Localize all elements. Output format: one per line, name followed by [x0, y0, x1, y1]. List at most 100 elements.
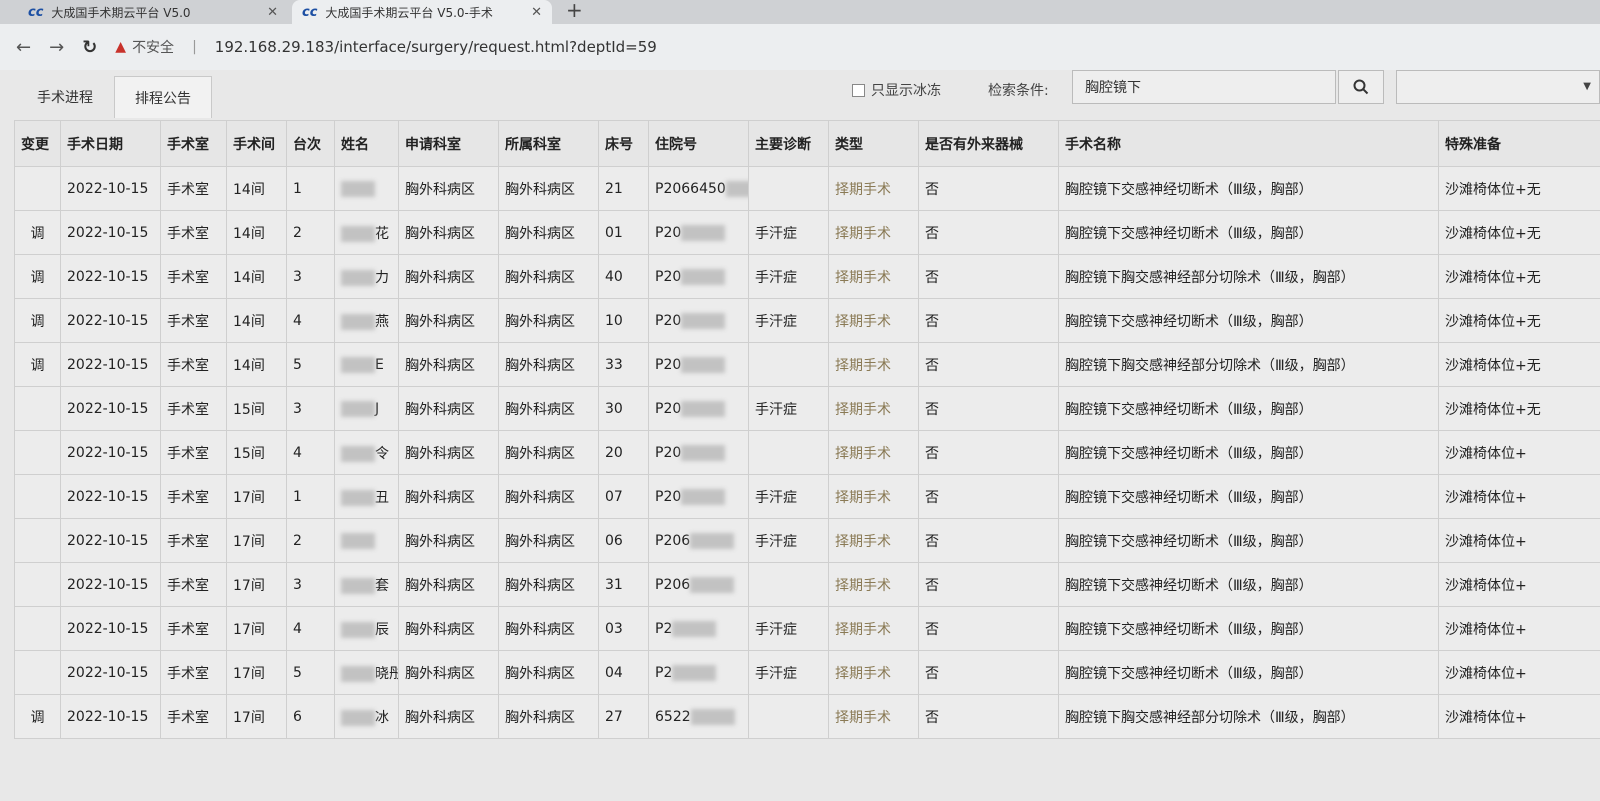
search-input[interactable] — [1072, 70, 1336, 104]
column-header[interactable]: 手术室 — [160, 120, 227, 167]
cell-external-device: 否 — [918, 474, 1059, 519]
cell-bed: 21 — [598, 166, 649, 211]
column-header[interactable]: 申请科室 — [398, 120, 499, 167]
app-logo-icon: ᴄᴄ — [302, 4, 318, 20]
table-row[interactable]: 2022-10-15 手术室 17间 1 丑胸外科病区 胸外科病区 07 P20 手汗症 择期手术… — [14, 474, 1600, 519]
table-row[interactable]: 2022-10-15 手术室 14间 1 胸外科病区 胸外科病区 21 P2066450 择期手… — [14, 166, 1600, 211]
cell-text: 晓彤 — [375, 665, 398, 682]
cell-external-device: 否 — [918, 606, 1059, 651]
column-header[interactable]: 所属科室 — [498, 120, 599, 167]
cell-apply-dept: 胸外科病区 — [398, 474, 499, 519]
cell-bed: 20 — [598, 430, 649, 475]
security-indicator[interactable]: ▲ 不安全 — [115, 37, 174, 57]
redacted-block — [341, 225, 375, 242]
table-row[interactable]: 调 2022-10-15 手术室 14间 3 力胸外科病区 胸外科病区 40 P20 手汗症 择期手… — [14, 254, 1600, 299]
filter-select[interactable]: ▼ — [1396, 70, 1600, 104]
cell-seq: 3 — [286, 386, 335, 431]
column-header[interactable]: 变更 — [14, 120, 61, 167]
cell-seq: 4 — [286, 606, 335, 651]
frozen-only-filter[interactable]: 只显示冰冻 — [852, 80, 941, 100]
cell-text: P2066450 — [655, 180, 726, 197]
column-header[interactable]: 类型 — [828, 120, 919, 167]
table-row[interactable]: 2022-10-15 手术室 17间 3 套胸外科病区 胸外科病区 31 P206 择期手术否胸… — [14, 562, 1600, 607]
cell-date: 2022-10-15 — [60, 650, 161, 695]
cell-seq: 5 — [286, 342, 335, 387]
cell-apply-dept: 胸外科病区 — [398, 562, 499, 607]
cell-seq: 3 — [286, 254, 335, 299]
cell-text: P20 — [655, 400, 682, 417]
cell-external-device: 否 — [918, 650, 1059, 695]
cell-owner-dept: 胸外科病区 — [498, 298, 599, 343]
cell-surgery-name: 胸腔镜下交感神经切断术（Ⅲ级，胸部） — [1058, 430, 1439, 475]
back-icon[interactable]: ← — [16, 37, 31, 58]
cell-bed: 31 — [598, 562, 649, 607]
table-row[interactable]: 2022-10-15 手术室 17间 4 辰胸外科病区 胸外科病区 03 P2 手汗症 择期手术否… — [14, 606, 1600, 651]
cell-apply-dept: 胸外科病区 — [398, 650, 499, 695]
tab-title: 大成国手术期云平台 V5.0-手术 — [325, 5, 493, 20]
cell-seq: 4 — [286, 430, 335, 475]
column-header[interactable]: 是否有外来器械 — [918, 120, 1059, 167]
cell-text: P20 — [655, 444, 682, 461]
column-header[interactable]: 特殊准备 — [1438, 120, 1600, 167]
cell-room: 手术室 — [160, 474, 227, 519]
cell-room: 手术室 — [160, 166, 227, 211]
cell-admission-no: P20 — [648, 474, 749, 519]
cell-diagnosis — [748, 430, 829, 475]
cell-room: 手术室 — [160, 386, 227, 431]
table-row[interactable]: 调 2022-10-15 手术室 14间 5 E 胸外科病区 胸外科病区 33 P20 择期手术否胸… — [14, 342, 1600, 387]
table-row[interactable]: 调 2022-10-15 手术室 14间 4 燕胸外科病区 胸外科病区 10 P20 手汗症 择期手… — [14, 298, 1600, 343]
browser-tab-1[interactable]: ᴄᴄ 大成国手术期云平台 V5.0 ✕ — [18, 0, 288, 24]
redacted-block — [681, 224, 726, 241]
cell-owner-dept: 胸外科病区 — [498, 474, 599, 519]
cell-special-prep: 沙滩椅体位+ — [1438, 650, 1600, 695]
column-header[interactable]: 住院号 — [648, 120, 749, 167]
url-field[interactable]: 192.168.29.183/interface/surgery/request… — [215, 38, 657, 56]
table-row[interactable]: 2022-10-15 手术室 17间 2 胸外科病区 胸外科病区 06 P206 手汗症 择期手术… — [14, 518, 1600, 563]
column-header[interactable]: 手术名称 — [1058, 120, 1439, 167]
cell-owner-dept: 胸外科病区 — [498, 606, 599, 651]
tab-surgery-progress[interactable]: 手术进程 — [16, 76, 114, 118]
column-header[interactable]: 手术日期 — [60, 120, 161, 167]
cell-admission-no: P2 — [648, 606, 749, 651]
column-header[interactable]: 台次 — [286, 120, 335, 167]
cell-seq: 5 — [286, 650, 335, 695]
cell-special-prep: 沙滩椅体位+无 — [1438, 342, 1600, 387]
column-header[interactable]: 姓名 — [334, 120, 399, 167]
redacted-block — [341, 356, 375, 373]
column-header[interactable]: 床号 — [598, 120, 649, 167]
frozen-only-checkbox[interactable] — [852, 83, 865, 97]
browser-tab-2[interactable]: ᴄᴄ 大成国手术期云平台 V5.0-手术 ✕ — [292, 0, 552, 24]
cell-diagnosis: 手汗症 — [748, 606, 829, 651]
cell-room: 手术室 — [160, 210, 227, 255]
table-row[interactable]: 2022-10-15手术室17间5晓彤胸外科病区胸外科病区04P2手汗症择期手术… — [14, 650, 1600, 695]
forward-icon[interactable]: → — [49, 37, 64, 58]
close-icon[interactable]: ✕ — [267, 5, 278, 20]
cell-apply-dept: 胸外科病区 — [398, 254, 499, 299]
tab-schedule-notice[interactable]: 排程公告 — [114, 76, 212, 118]
redacted-block — [341, 489, 375, 506]
redacted-block — [341, 709, 375, 726]
table-row[interactable]: 调 2022-10-15 手术室 17间 6 冰胸外科病区 胸外科病区 27 6522 择期手术否… — [14, 694, 1600, 739]
table-row[interactable]: 2022-10-15 手术室 15间 3 J 胸外科病区 胸外科病区 30 P20 手汗症 择期手术… — [14, 386, 1600, 431]
cell-room: 手术室 — [160, 606, 227, 651]
table-row[interactable]: 调 2022-10-15 手术室 14间 2 花胸外科病区 胸外科病区 01 P20 手汗症 择期手… — [14, 210, 1600, 255]
close-icon[interactable]: ✕ — [531, 5, 542, 20]
column-header[interactable]: 手术间 — [226, 120, 287, 167]
reload-icon[interactable]: ↻ — [82, 37, 97, 58]
cell-admission-no: P20 — [648, 298, 749, 343]
cell-bed: 06 — [598, 518, 649, 563]
search-button[interactable] — [1338, 70, 1384, 104]
cell-admission-no: P20 — [648, 210, 749, 255]
cell-room: 手术室 — [160, 518, 227, 563]
redacted-block — [681, 268, 726, 285]
cell-apply-dept: 胸外科病区 — [398, 298, 499, 343]
cell-date: 2022-10-15 — [60, 342, 161, 387]
cell-date: 2022-10-15 — [60, 562, 161, 607]
cell-type: 择期手术 — [828, 430, 919, 475]
redacted-block — [341, 269, 375, 286]
cell-text: P20 — [655, 488, 682, 505]
table-row[interactable]: 2022-10-15 手术室 15间 4 令胸外科病区 胸外科病区 20 P20 择期手术否胸腔… — [14, 430, 1600, 475]
column-header[interactable]: 主要诊断 — [748, 120, 829, 167]
cell-type: 择期手术 — [828, 166, 919, 211]
new-tab-icon[interactable]: + — [566, 0, 583, 22]
